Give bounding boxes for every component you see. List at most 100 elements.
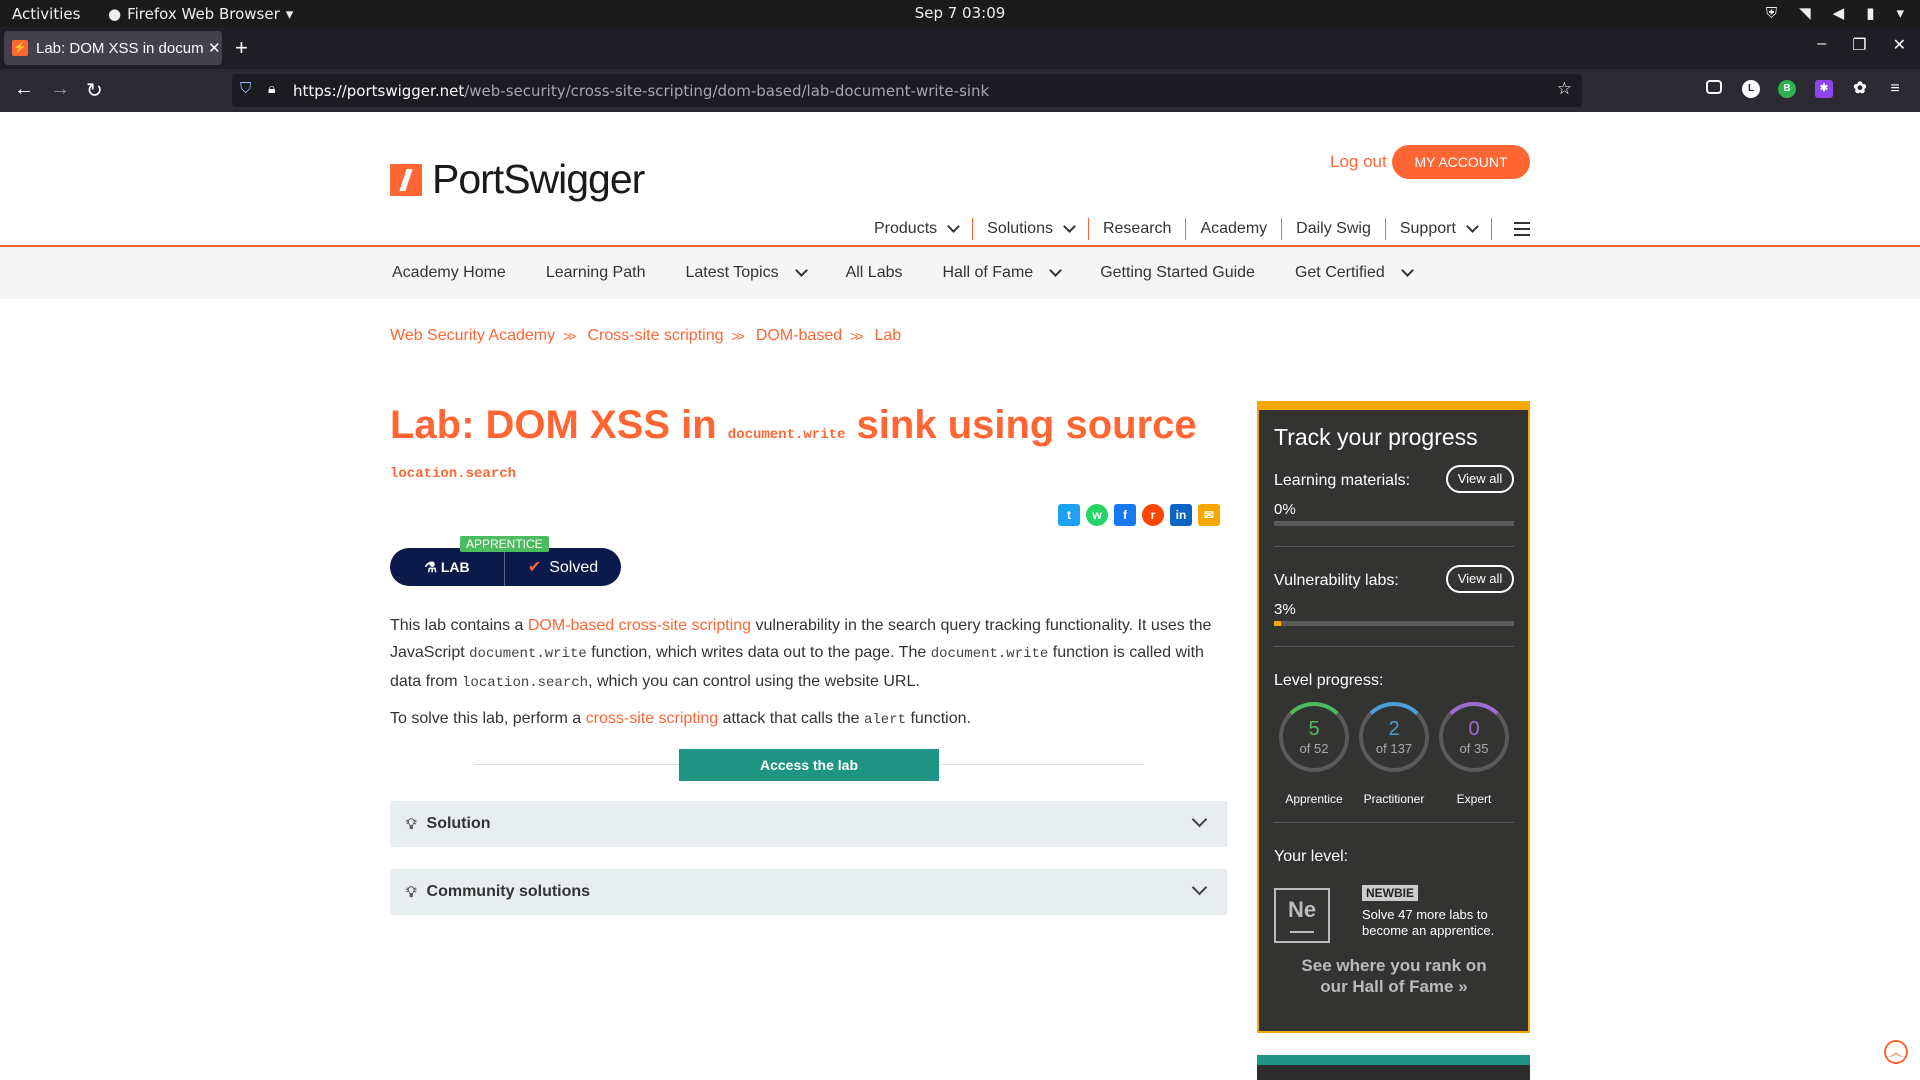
extension-hex-icon[interactable]: ✱ bbox=[1815, 80, 1833, 98]
back-arrow-icon[interactable]: ← bbox=[14, 78, 34, 101]
subnav-hall-of-fame[interactable]: Hall of Fame bbox=[942, 264, 1063, 282]
xss-link[interactable]: cross-site scripting bbox=[586, 710, 718, 727]
navigation-toolbar: ← → ↻ ⛉ 🔒︎ https://portswigger.net/web-s… bbox=[0, 69, 1920, 112]
address-bar[interactable]: ⛉ 🔒︎ https://portswigger.net/web-securit… bbox=[232, 74, 1582, 107]
whatsapp-icon[interactable]: w bbox=[1086, 504, 1108, 526]
breadcrumb-web-security-academy[interactable]: Web Security Academy bbox=[390, 327, 555, 345]
double-chevron-icon: >> bbox=[563, 328, 576, 344]
double-chevron-icon: >> bbox=[850, 328, 863, 344]
volume-icon: ◀ bbox=[1832, 4, 1845, 22]
learning-progress-bar bbox=[1274, 521, 1514, 526]
subnav-getting-started[interactable]: Getting Started Guide bbox=[1100, 264, 1255, 282]
subnav-learning-path[interactable]: Learning Path bbox=[546, 264, 646, 282]
view-all-labs-button[interactable]: View all bbox=[1446, 565, 1514, 593]
breadcrumb-xss[interactable]: Cross-site scripting bbox=[587, 327, 723, 345]
hall-of-fame-link[interactable]: See where you rank on our Hall of Fame » bbox=[1299, 955, 1489, 997]
newbie-badge: NEWBIE bbox=[1362, 885, 1418, 901]
close-window-icon[interactable]: ✕ bbox=[1893, 35, 1906, 55]
tab-title: Lab: DOM XSS in document bbox=[36, 39, 204, 57]
reddit-icon[interactable]: r bbox=[1142, 504, 1164, 526]
subnav-get-certified[interactable]: Get Certified bbox=[1295, 264, 1414, 282]
subnav-latest-topics[interactable]: Latest Topics bbox=[685, 264, 808, 282]
extension-l-icon[interactable]: L bbox=[1742, 80, 1760, 98]
app-name: Firefox Web Browser bbox=[127, 5, 280, 23]
level-rings: 5 of 52 2 of 137 0 of 35 bbox=[1279, 702, 1519, 772]
restore-icon[interactable]: ❐ bbox=[1852, 35, 1866, 55]
breadcrumb-lab[interactable]: Lab bbox=[874, 327, 901, 345]
page-title: Lab: DOM XSS in document.write sink usin… bbox=[390, 403, 1197, 482]
scroll-to-top-icon[interactable]: ︿ bbox=[1884, 1040, 1908, 1064]
bookmark-star-icon[interactable]: ☆ bbox=[1557, 79, 1572, 99]
twitter-icon[interactable]: t bbox=[1058, 504, 1080, 526]
expert-label: Expert bbox=[1456, 792, 1492, 806]
level-progress-label: Level progress: bbox=[1274, 672, 1384, 689]
level-badge: APPRENTICE bbox=[460, 536, 549, 552]
solution-accordion[interactable]: 💡︎ Solution bbox=[390, 801, 1227, 847]
linkedin-icon[interactable]: in bbox=[1170, 504, 1192, 526]
nav-support[interactable]: Support bbox=[1386, 218, 1492, 240]
breadcrumb-dom-based[interactable]: DOM-based bbox=[756, 327, 842, 345]
minimize-icon[interactable]: – bbox=[1817, 35, 1826, 55]
logout-link[interactable]: Log out bbox=[1330, 152, 1387, 172]
facebook-icon[interactable]: f bbox=[1114, 504, 1136, 526]
practitioner-ring: 2 of 137 bbox=[1359, 702, 1429, 772]
nav-solutions[interactable]: Solutions bbox=[973, 218, 1089, 240]
hamburger-menu-icon[interactable] bbox=[1514, 222, 1530, 240]
practitioner-label: Practitioner bbox=[1363, 792, 1425, 806]
subnav-all-labs[interactable]: All Labs bbox=[846, 264, 903, 282]
your-level-label: Your level: bbox=[1274, 848, 1349, 865]
window-controls: – ❐ ✕ bbox=[1817, 35, 1906, 55]
chevron-down-icon bbox=[1063, 220, 1076, 233]
lock-icon[interactable]: 🔒︎ bbox=[268, 80, 275, 97]
forward-arrow-icon[interactable]: → bbox=[50, 78, 70, 101]
learning-materials-label: Learning materials: bbox=[1274, 472, 1411, 489]
double-chevron-icon: >> bbox=[731, 328, 745, 344]
power-menu-icon: ▾ bbox=[1896, 4, 1904, 22]
extensions-puzzle-icon[interactable]: ✿ bbox=[1851, 80, 1869, 98]
apprentice-label: Apprentice bbox=[1285, 792, 1343, 806]
shield-icon: ⛨ bbox=[1765, 4, 1778, 22]
chevron-down-icon bbox=[947, 220, 961, 233]
access-lab-button[interactable]: Access the lab bbox=[679, 749, 939, 781]
double-chevron-icon: » bbox=[1458, 977, 1468, 996]
app-menu[interactable]: ● Firefox Web Browser ▾ bbox=[108, 5, 293, 23]
academy-subnav: Academy Home Learning Path Latest Topics… bbox=[0, 247, 1920, 299]
chevron-down-icon bbox=[1191, 879, 1208, 896]
vuln-progress-bar bbox=[1274, 621, 1514, 626]
nav-research[interactable]: Research bbox=[1089, 218, 1187, 240]
browser-tab-active[interactable]: ⚡ Lab: DOM XSS in document ✕ bbox=[4, 31, 222, 65]
pocket-icon[interactable] bbox=[1706, 80, 1722, 94]
community-solutions-accordion[interactable]: 💡︎ Community solutions bbox=[390, 869, 1227, 915]
portswigger-logo[interactable]: PortSwigger bbox=[390, 156, 645, 203]
url-text[interactable]: https://portswigger.net/web-security/cro… bbox=[293, 82, 989, 100]
firefox-icon: ● bbox=[108, 5, 122, 23]
close-tab-icon[interactable]: ✕ bbox=[208, 39, 221, 57]
nav-daily-swig[interactable]: Daily Swig bbox=[1282, 218, 1386, 240]
divider bbox=[1274, 822, 1514, 823]
chevron-down-icon bbox=[794, 264, 808, 277]
caret-down-icon: ▾ bbox=[285, 5, 294, 23]
logo-mark-icon bbox=[390, 163, 422, 196]
view-all-learning-button[interactable]: View all bbox=[1446, 465, 1514, 493]
logo-text: PortSwigger bbox=[432, 156, 645, 202]
my-account-button[interactable]: MY ACCOUNT bbox=[1392, 145, 1530, 179]
progress-heading: Track your progress bbox=[1274, 424, 1478, 450]
system-top-bar: Activities ● Firefox Web Browser ▾ Sep 7… bbox=[0, 0, 1920, 27]
reload-icon[interactable]: ↻ bbox=[86, 78, 103, 103]
nav-academy[interactable]: Academy bbox=[1186, 218, 1283, 240]
subnav-academy-home[interactable]: Academy Home bbox=[392, 264, 506, 282]
chevron-down-icon bbox=[1049, 264, 1063, 277]
dom-xss-link[interactable]: DOM-based cross-site scripting bbox=[528, 617, 751, 634]
breadcrumb: Web Security Academy >> Cross-site script… bbox=[390, 327, 901, 345]
activities-button[interactable]: Activities bbox=[12, 5, 80, 23]
nav-products[interactable]: Products bbox=[860, 218, 974, 240]
extension-b-icon[interactable]: B bbox=[1778, 80, 1796, 98]
new-tab-button[interactable]: + bbox=[235, 35, 248, 61]
progress-panel: Track your progress Learning materials: … bbox=[1257, 401, 1530, 1033]
app-menu-icon[interactable]: ≡ bbox=[1886, 80, 1904, 98]
tracking-protection-icon[interactable]: ⛉ bbox=[240, 80, 251, 97]
system-tray[interactable]: ⛨ ◥ ◀ ▮ ▾ bbox=[1766, 4, 1904, 22]
level-text: Solve 47 more labs to become an apprenti… bbox=[1362, 907, 1495, 938]
email-icon[interactable]: ✉ bbox=[1198, 504, 1220, 526]
learning-percent: 0% bbox=[1274, 501, 1296, 518]
